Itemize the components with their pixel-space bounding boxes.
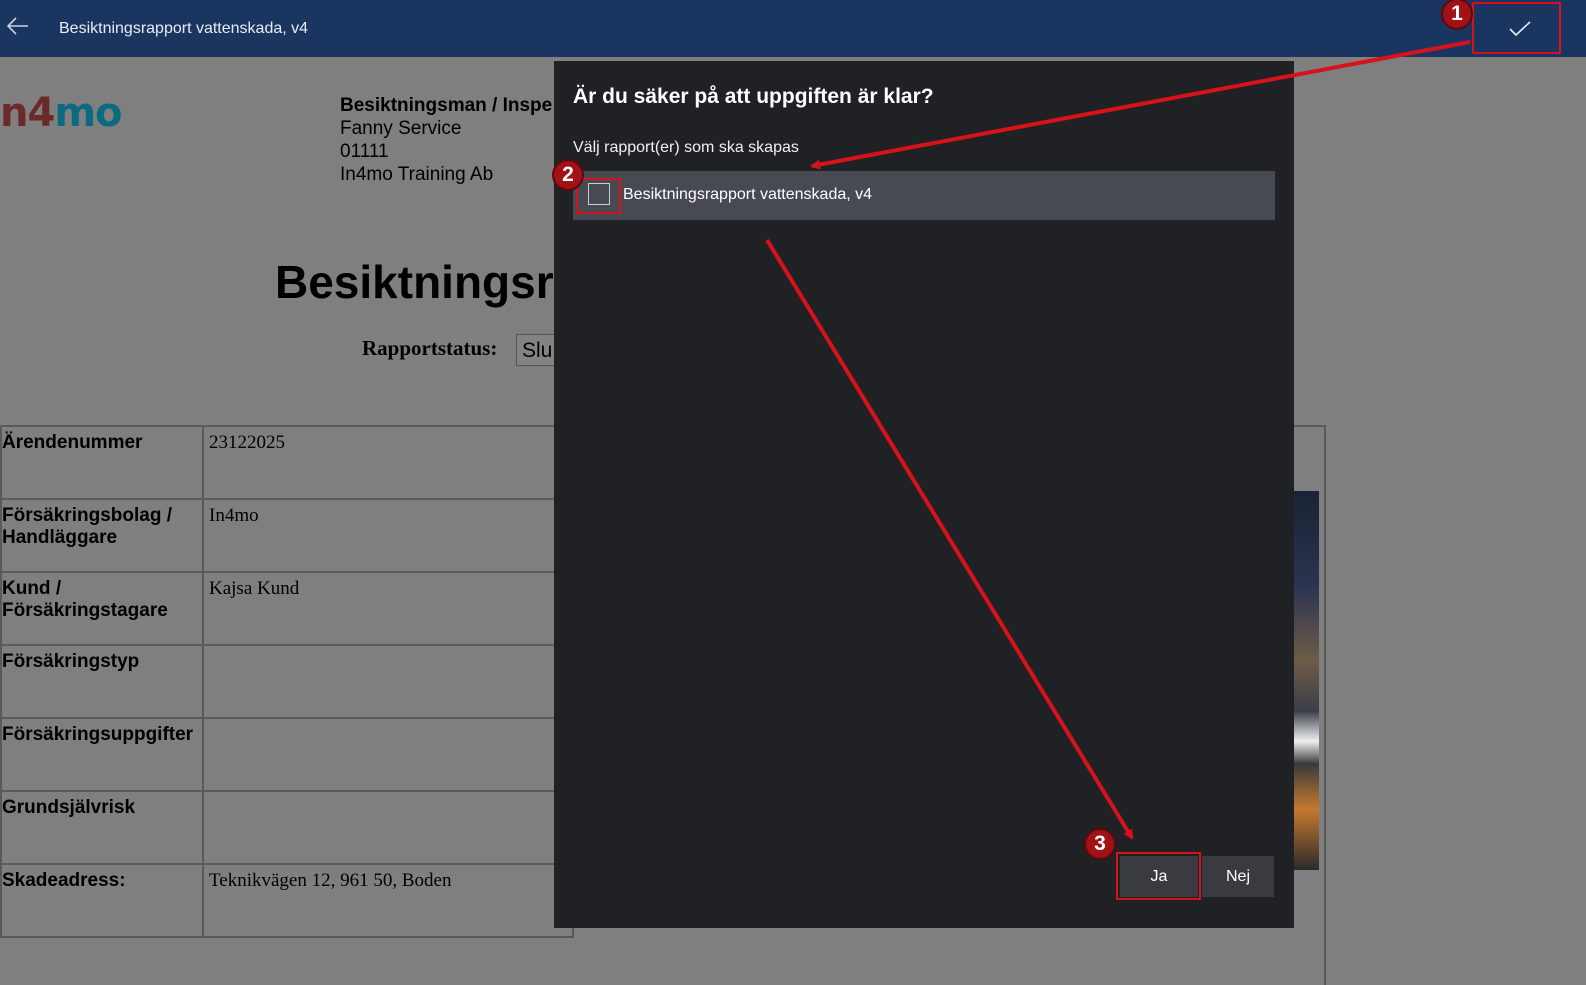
- arrow-2: [765, 238, 1134, 840]
- step-badge-3: 3: [1086, 830, 1114, 858]
- step-badge-1: 1: [1443, 0, 1471, 28]
- step-badge-2: 2: [554, 161, 582, 189]
- arrow-1: [810, 40, 1471, 170]
- annotation-arrows: [765, 40, 1471, 840]
